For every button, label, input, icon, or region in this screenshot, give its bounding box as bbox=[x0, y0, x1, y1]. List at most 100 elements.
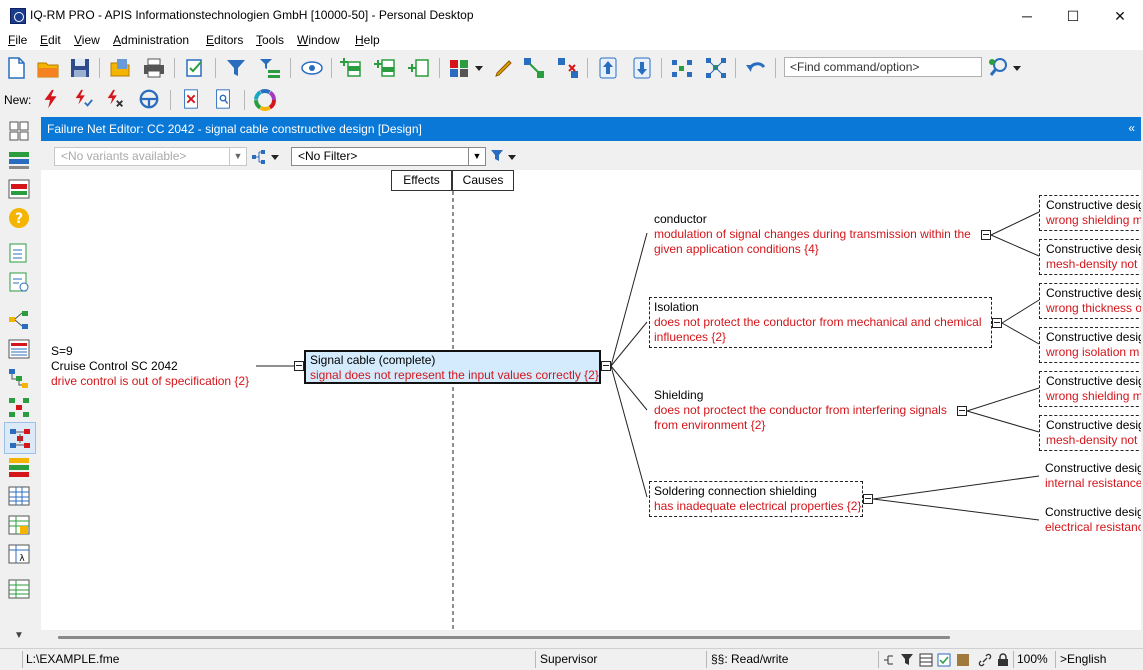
subcause-node-box[interactable]: Constructive desig mesh-density not bbox=[1039, 415, 1141, 451]
action-net-icon[interactable] bbox=[8, 456, 30, 478]
search-dropdown-icon[interactable] bbox=[1013, 64, 1021, 72]
subcause-node-box[interactable]: Constructive desig wrong thickness o bbox=[1039, 283, 1141, 319]
minimize-button[interactable]: ─ bbox=[1004, 0, 1050, 32]
control-plan-icon[interactable] bbox=[8, 514, 30, 536]
new-failure-link-icon[interactable] bbox=[72, 88, 94, 110]
menu-tools[interactable]: Tools bbox=[256, 33, 284, 47]
cause-node[interactable]: Shielding does not proctect the conducto… bbox=[654, 388, 947, 433]
form-sheet-icon[interactable] bbox=[8, 178, 30, 200]
collapse-net-icon[interactable] bbox=[704, 56, 728, 80]
disconnect-nodes-icon[interactable] bbox=[556, 56, 580, 80]
filter-select[interactable]: <No Filter> bbox=[291, 147, 469, 166]
cause-node-box[interactable]: Isolation does not protect the conductor… bbox=[649, 297, 992, 348]
status-color-icon[interactable] bbox=[956, 653, 970, 667]
new-failure-delete-icon[interactable] bbox=[104, 88, 126, 110]
variant-tree-dropdown-icon[interactable] bbox=[271, 153, 279, 161]
table-doc-icon[interactable] bbox=[8, 338, 30, 360]
subcause-node-box[interactable]: Constructive desig wrong shielding m bbox=[1039, 195, 1141, 231]
open-project-icon[interactable] bbox=[108, 56, 132, 80]
status-zoom[interactable]: 100% bbox=[1017, 652, 1048, 666]
filter-icon[interactable] bbox=[224, 56, 248, 80]
checklist-icon[interactable] bbox=[184, 56, 208, 80]
view-eye-icon[interactable] bbox=[300, 56, 324, 80]
menu-editors[interactable]: Editors bbox=[206, 33, 243, 47]
cause-node-box[interactable]: Soldering connection shielding has inade… bbox=[649, 481, 863, 517]
tree-structure-icon[interactable] bbox=[8, 367, 30, 389]
dropdown-arrow-icon[interactable] bbox=[475, 64, 483, 72]
delete-document-icon[interactable] bbox=[180, 88, 202, 110]
variant-tree-icon[interactable] bbox=[251, 149, 267, 165]
status-filter-icon[interactable] bbox=[900, 653, 914, 667]
insert-child-icon[interactable] bbox=[408, 56, 432, 80]
link-icon[interactable] bbox=[978, 653, 992, 667]
checklist-clock-icon[interactable] bbox=[8, 271, 30, 293]
subcause-node[interactable]: Constructive desig internal resistance bbox=[1045, 461, 1141, 491]
menu-edit[interactable]: Edit bbox=[40, 33, 61, 47]
cause-collapse-toggle[interactable] bbox=[992, 318, 1002, 328]
failure-net-icon[interactable] bbox=[8, 396, 30, 418]
structure-color-icon[interactable] bbox=[448, 56, 472, 80]
filter-dropdown-icon[interactable]: ▼ bbox=[468, 147, 486, 166]
menu-file[interactable]: File bbox=[8, 33, 27, 47]
effect-node[interactable]: S=9 Cruise Control SC 2042 drive control… bbox=[51, 344, 249, 389]
variants-select[interactable]: <No variants available> bbox=[54, 147, 246, 166]
tab-effects[interactable]: Effects bbox=[391, 170, 452, 191]
cause-collapse-toggle[interactable] bbox=[863, 494, 873, 504]
edit-pencil-icon[interactable] bbox=[492, 56, 516, 80]
subcause-node[interactable]: Constructive desig electrical resistanc bbox=[1045, 505, 1141, 535]
subcause-node-box[interactable]: Constructive desig wrong isolation m bbox=[1039, 327, 1141, 363]
new-failure-icon[interactable] bbox=[40, 88, 62, 110]
horizontal-scrollbar[interactable] bbox=[58, 636, 950, 639]
status-table-icon[interactable] bbox=[919, 653, 933, 667]
print-icon[interactable] bbox=[142, 56, 166, 80]
color-wheel-icon[interactable] bbox=[253, 88, 277, 112]
subcause-node-box[interactable]: Constructive desig wrong shielding m bbox=[1039, 371, 1141, 407]
status-check-icon[interactable] bbox=[937, 653, 951, 667]
document-search-icon[interactable] bbox=[212, 88, 234, 110]
report-table-icon[interactable] bbox=[8, 578, 30, 600]
structure-list-icon[interactable] bbox=[8, 149, 30, 171]
tree-view-icon[interactable] bbox=[882, 653, 896, 667]
find-command-input[interactable]: <Find command/option> bbox=[784, 57, 982, 77]
maximize-button[interactable]: ☐ bbox=[1050, 0, 1096, 32]
function-net-icon[interactable] bbox=[8, 309, 30, 331]
menu-view[interactable]: View bbox=[74, 33, 100, 47]
close-button[interactable]: ✕ bbox=[1097, 0, 1143, 32]
insert-above-icon[interactable] bbox=[340, 56, 364, 80]
fmea-form-icon[interactable] bbox=[8, 485, 30, 507]
tab-causes[interactable]: Causes bbox=[452, 170, 514, 191]
focus-node[interactable]: Signal cable (complete) signal does not … bbox=[304, 350, 601, 384]
move-down-icon[interactable] bbox=[630, 56, 654, 80]
collapse-panel-button[interactable]: « bbox=[1128, 121, 1135, 135]
lock-icon[interactable] bbox=[996, 653, 1010, 667]
failure-net-editor-active[interactable] bbox=[4, 422, 36, 454]
status-language[interactable]: >English bbox=[1060, 652, 1106, 666]
connect-nodes-icon[interactable] bbox=[522, 56, 546, 80]
steering-wheel-icon[interactable] bbox=[138, 88, 160, 110]
save-icon[interactable] bbox=[68, 56, 92, 80]
dashboard-icon[interactable] bbox=[8, 120, 30, 142]
effect-collapse-toggle[interactable] bbox=[294, 361, 304, 371]
checklist-doc-icon[interactable] bbox=[8, 242, 30, 264]
menu-help[interactable]: Help bbox=[355, 33, 380, 47]
tree-filter-icon[interactable] bbox=[258, 56, 282, 80]
expand-net-icon[interactable] bbox=[670, 56, 694, 80]
filter-funnel-dropdown-icon[interactable] bbox=[508, 153, 516, 161]
cause-collapse-toggle[interactable] bbox=[957, 406, 967, 416]
subcause-node-box[interactable]: Constructive desig mesh-density not bbox=[1039, 239, 1141, 275]
open-folder-icon[interactable] bbox=[36, 56, 60, 80]
move-up-icon[interactable] bbox=[596, 56, 620, 80]
focus-collapse-toggle[interactable] bbox=[601, 361, 611, 371]
undo-icon[interactable] bbox=[744, 56, 768, 80]
menu-window[interactable]: Window bbox=[297, 33, 340, 47]
new-file-icon[interactable] bbox=[4, 56, 28, 80]
insert-below-icon[interactable] bbox=[374, 56, 398, 80]
cause-collapse-toggle[interactable] bbox=[981, 230, 991, 240]
cause-node[interactable]: conductor modulation of signal changes d… bbox=[654, 212, 971, 257]
sidebar-scroll-down-icon[interactable]: ▼ bbox=[14, 630, 24, 641]
search-icon[interactable] bbox=[986, 56, 1010, 80]
menu-administration[interactable]: Administration bbox=[113, 33, 189, 47]
formula-sheet-icon[interactable]: λ bbox=[8, 543, 30, 565]
failure-net-canvas[interactable]: Effects Causes S=9 Cruise Control SC 204… bbox=[41, 170, 1141, 630]
variants-dropdown-icon[interactable]: ▼ bbox=[229, 147, 247, 166]
